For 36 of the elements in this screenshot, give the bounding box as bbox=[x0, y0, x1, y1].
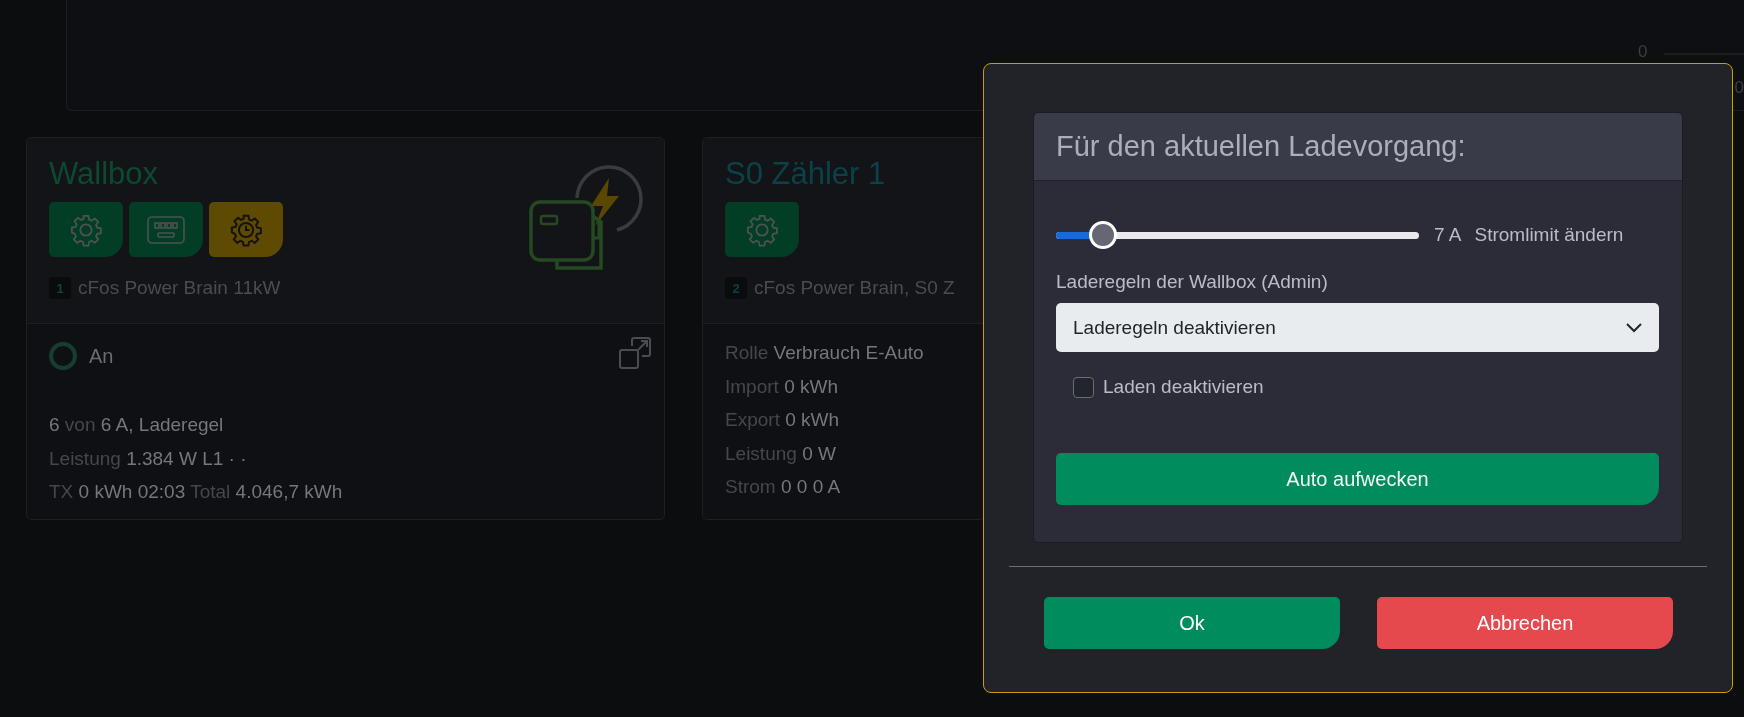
info-line: 6 von 6 A, Laderegel bbox=[49, 413, 225, 437]
meter-icon bbox=[146, 214, 186, 245]
index-badge: 1 bbox=[49, 277, 71, 299]
info-line: Import 0 kWh bbox=[725, 374, 839, 399]
info-line: Leistung 0 W bbox=[725, 441, 837, 466]
rules-dropdown[interactable]: Laderegeln deaktivieren bbox=[1056, 303, 1659, 352]
current-slider[interactable] bbox=[1056, 221, 1419, 249]
action-button[interactable] bbox=[49, 202, 123, 257]
device-model: cFos Power Brain, S0 Z bbox=[754, 277, 955, 299]
action-button[interactable] bbox=[725, 202, 799, 257]
ok-button[interactable]: Ok bbox=[1044, 597, 1340, 649]
action-button[interactable] bbox=[209, 202, 283, 257]
slider-thumb[interactable] bbox=[1089, 221, 1118, 249]
field-label: Laderegeln der Wallbox (Admin) bbox=[1056, 271, 1329, 293]
device-model: cFos Power Brain 11kW bbox=[78, 277, 281, 299]
gear-icon bbox=[69, 212, 103, 247]
wake-button[interactable]: Auto aufwecken bbox=[1056, 453, 1659, 505]
info-line: Rolle Verbrauch E-Auto bbox=[725, 341, 925, 365]
info-line: Leistung 1.384 W L1 · · bbox=[49, 446, 248, 471]
status-label: An bbox=[89, 344, 114, 368]
info-line: Export 0 kWh bbox=[725, 408, 841, 432]
slider-reading: 7 A bbox=[1434, 224, 1462, 246]
status-ring-icon bbox=[49, 342, 77, 370]
expand-icon[interactable] bbox=[618, 336, 652, 370]
checkbox[interactable] bbox=[1073, 376, 1094, 398]
index-badge: 2 bbox=[725, 277, 747, 299]
action-button[interactable] bbox=[129, 202, 203, 257]
info-line: TX 0 kWh 02:03 Total 4.046,7 kWh bbox=[49, 480, 344, 504]
gear-icon bbox=[745, 212, 779, 247]
cancel-button[interactable]: Abbrechen bbox=[1377, 597, 1673, 649]
slider-label: Stromlimit ändern bbox=[1474, 224, 1624, 246]
checkbox-label: Laden deaktivieren bbox=[1103, 376, 1264, 398]
panel-title: Für den aktuellen Ladevorgang: bbox=[1034, 113, 1682, 181]
gear-clock-icon bbox=[229, 212, 263, 247]
chevron-icon bbox=[1626, 322, 1642, 333]
info-line: Strom 0 0 0 A bbox=[725, 475, 842, 499]
